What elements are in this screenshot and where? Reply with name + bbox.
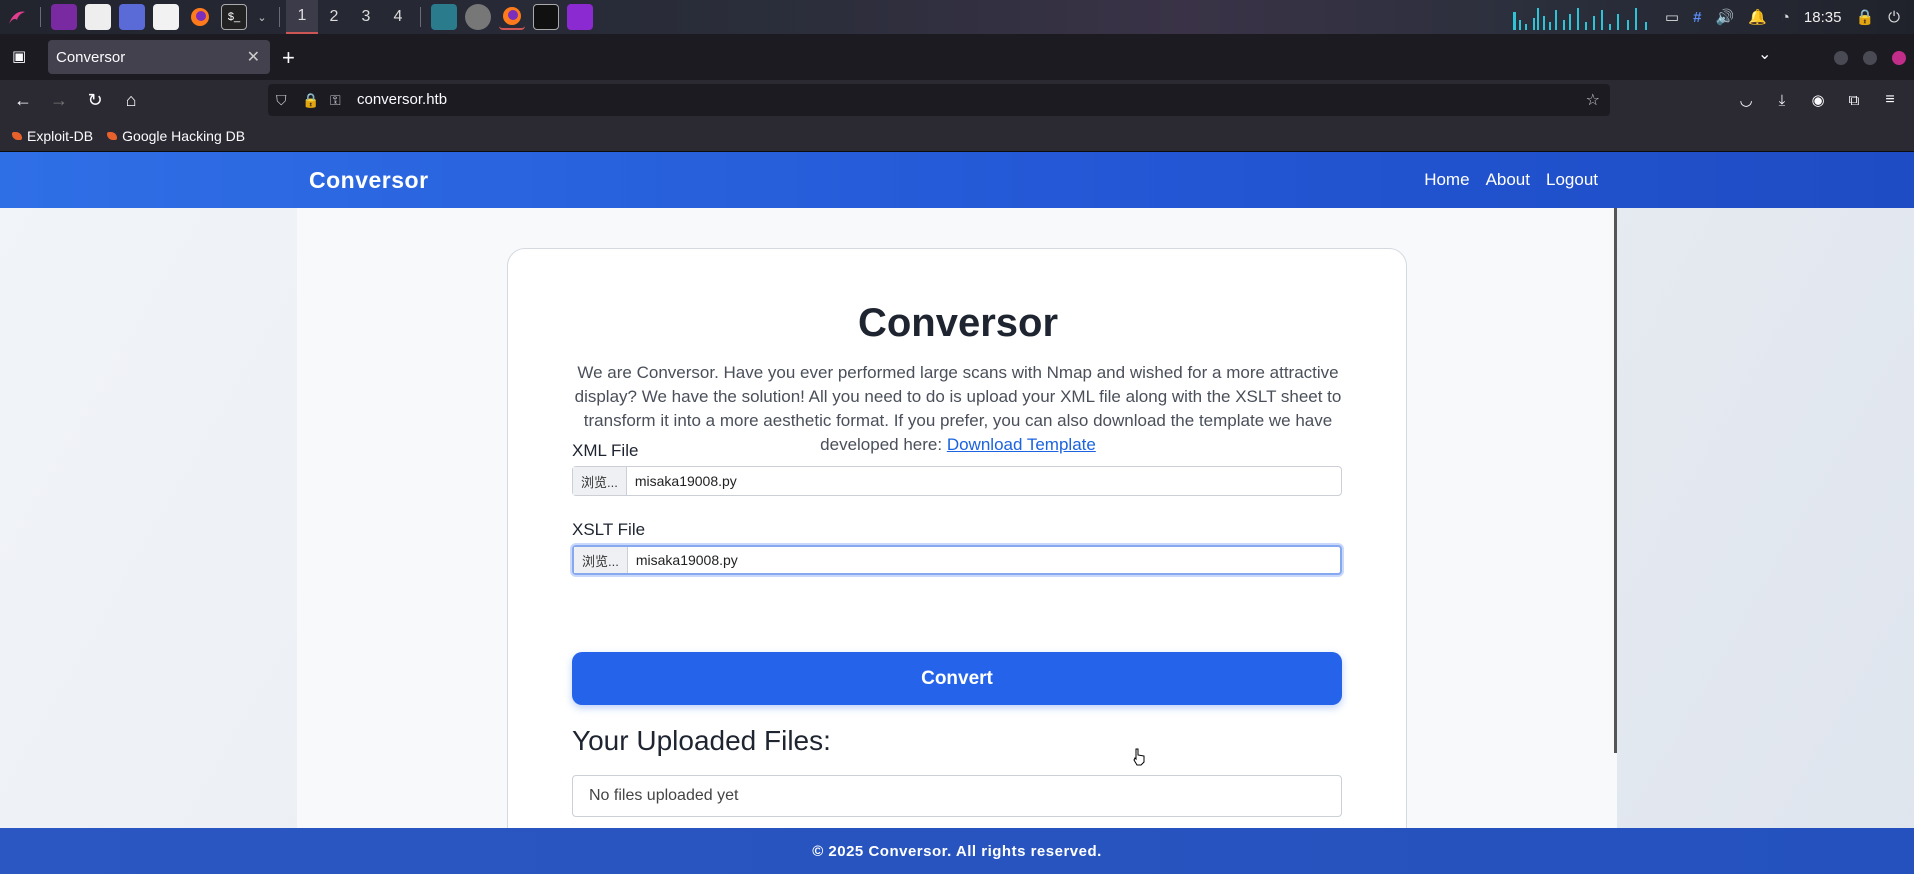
converter-card: Conversor We are Conversor. Have you eve… (507, 248, 1407, 868)
site-nav-links: Home About Logout (1424, 170, 1598, 190)
file-manager-icon[interactable] (85, 4, 111, 30)
browser-tab-strip: ▣ Conversor ✕ + ⌄ (0, 34, 1914, 80)
menu-icon[interactable]: ≡ (1878, 88, 1902, 112)
xslt-browse-button[interactable]: 浏览... (574, 547, 628, 573)
uploaded-files-heading: Your Uploaded Files: (572, 725, 831, 756)
nav-home-link[interactable]: Home (1424, 170, 1469, 190)
home-icon[interactable]: ⌂ (119, 88, 143, 112)
terminal-icon[interactable]: $_ (221, 4, 247, 30)
uploaded-files-list: No files uploaded yet (572, 775, 1342, 817)
close-window-button[interactable] (1892, 51, 1906, 65)
extensions-icon[interactable]: ⧉ (1842, 88, 1866, 112)
folder-app-icon[interactable] (567, 4, 593, 30)
burp-app-icon[interactable] (431, 4, 457, 30)
url-text[interactable]: conversor.htb (357, 91, 447, 108)
firefox-app-icon[interactable] (499, 4, 525, 30)
bell-icon[interactable]: 🔔 (1748, 8, 1767, 26)
terminal-app-icon[interactable] (533, 4, 559, 30)
clock[interactable]: 18:35 (1804, 9, 1842, 26)
xml-file-name: misaka19008.py (634, 473, 737, 489)
xml-file-input[interactable]: 浏览... misaka19008.py (572, 466, 1342, 496)
volume-icon[interactable]: 🔊 (1715, 8, 1734, 26)
tab-overflow-chevron-icon[interactable]: ⌄ (1758, 44, 1771, 64)
back-icon[interactable]: ← (11, 88, 35, 112)
reload-icon[interactable]: ↻ (83, 88, 107, 112)
pocket-icon[interactable]: ◡ (1734, 88, 1758, 112)
desktop-taskbar: $_ ⌄ 1 2 3 4 ▭ # 🔊 🔔 ◔ 18:35 🔒 ⏻ (0, 0, 1914, 34)
intro-text: We are Conversor. Have you ever performe… (570, 361, 1346, 457)
bookmark-label: Exploit-DB (27, 127, 94, 144)
download-template-link[interactable]: Download Template (947, 435, 1096, 454)
bookmarks-bar: Exploit-DB Google Hacking DB (0, 120, 1914, 152)
browser-nav-bar: ← → ↻ ⌂ ⛉ 🔒 ⚿ conversor.htb ☆ ◡ ⤓ ◉ ⧉ ≡ (0, 80, 1914, 120)
monitor-icon[interactable]: ▭ (1665, 8, 1679, 26)
bookmark-star-icon[interactable]: ☆ (1586, 90, 1600, 110)
separator (279, 7, 280, 27)
page-title: Conversor (857, 301, 1059, 345)
ghdb-icon (107, 131, 118, 140)
exploit-db-icon (12, 131, 22, 140)
key-icon[interactable]: ⚿ (330, 92, 341, 109)
tab-title: Conversor (56, 48, 126, 66)
workspace-1[interactable]: 1 (286, 0, 318, 34)
xml-file-label: XML File (572, 441, 639, 460)
lock-icon[interactable]: 🔒 (302, 92, 319, 109)
site-footer: © 2025 Conversor. All rights reserved. (0, 828, 1914, 874)
bookmark-google-hacking-db[interactable]: Google Hacking DB (107, 128, 245, 144)
xslt-file-name: misaka19008.py (635, 552, 738, 568)
workspace-3[interactable]: 3 (350, 0, 382, 34)
workspace-4[interactable]: 4 (382, 0, 414, 34)
mouse-pointer-icon (1133, 748, 1145, 766)
database-app-icon[interactable] (465, 4, 491, 30)
bookmark-label: Google Hacking DB (122, 127, 246, 144)
xslt-file-label: XSLT File (572, 520, 646, 539)
close-tab-icon[interactable]: ✕ (247, 47, 260, 67)
separator (40, 7, 41, 27)
workspace-2[interactable]: 2 (318, 0, 350, 34)
bookmark-exploit-db[interactable]: Exploit-DB (12, 128, 93, 144)
nav-about-link[interactable]: About (1486, 170, 1530, 190)
forward-icon[interactable]: → (47, 88, 71, 112)
cpu-graph (1511, 4, 1651, 30)
downloads-icon[interactable]: ⤓ (1770, 88, 1794, 112)
shield-icon[interactable]: ⛉ (276, 92, 287, 109)
xslt-file-input[interactable]: 浏览... misaka19008.py (572, 545, 1342, 575)
scrollbar[interactable] (1614, 208, 1617, 753)
site-brand[interactable]: Conversor (309, 167, 429, 194)
chevron-down-icon[interactable]: ⌄ (255, 4, 269, 30)
text-editor-icon[interactable] (153, 4, 179, 30)
xml-browse-button[interactable]: 浏览... (573, 467, 627, 495)
clock-icon: ◔ (1780, 8, 1790, 26)
screen-icon[interactable] (119, 4, 145, 30)
tab-conversor[interactable]: Conversor ✕ (48, 40, 270, 74)
site-navbar: Conversor Home About Logout (0, 152, 1914, 208)
web-page: Conversor Home About Logout Conversor We… (0, 152, 1914, 874)
new-tab-icon[interactable]: + (282, 45, 295, 71)
firefox-launcher-icon[interactable] (187, 4, 213, 30)
lock-icon[interactable]: 🔒 (1855, 8, 1874, 26)
nav-logout-link[interactable]: Logout (1546, 170, 1598, 190)
maximize-button[interactable] (1863, 51, 1877, 65)
separator (420, 7, 421, 27)
convert-button[interactable]: Convert (572, 652, 1342, 705)
terminal-launcher-icon[interactable] (51, 4, 77, 30)
url-bar[interactable]: ⛉ 🔒 ⚿ conversor.htb ☆ (268, 84, 1610, 116)
account-icon[interactable]: ◉ (1806, 88, 1830, 112)
power-icon[interactable]: ⏻ (1888, 9, 1900, 26)
network-icon[interactable]: # (1693, 9, 1701, 26)
minimize-button[interactable] (1834, 51, 1848, 65)
kali-menu-icon[interactable] (4, 4, 30, 30)
tab-list-icon[interactable]: ▣ (12, 47, 26, 65)
